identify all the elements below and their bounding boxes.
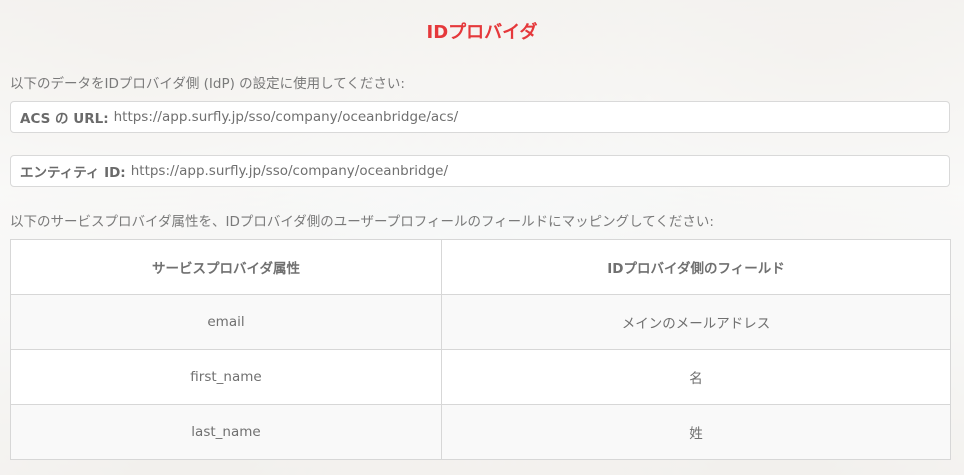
config-instructions: 以下のデータをIDプロバイダ側 (IdP) の設定に使用してください: bbox=[10, 76, 405, 92]
acs-url-label: ACS の URL: bbox=[20, 111, 109, 127]
column-header-idp-field: IDプロバイダ側のフィールド bbox=[441, 239, 951, 295]
attribute-mapping-table: サービスプロバイダ属性 IDプロバイダ側のフィールド email メインのメール… bbox=[10, 239, 951, 460]
page-title: IDプロバイダ bbox=[426, 22, 538, 43]
cell-idp-field: メインのメールアドレス bbox=[441, 294, 951, 350]
acs-url-field[interactable]: ACS の URL: https://app.surfly.jp/sso/com… bbox=[10, 101, 950, 133]
acs-url-value[interactable]: https://app.surfly.jp/sso/company/oceanb… bbox=[114, 109, 459, 125]
entity-id-value[interactable]: https://app.surfly.jp/sso/company/oceanb… bbox=[131, 163, 448, 179]
column-header-sp-attribute: サービスプロバイダ属性 bbox=[10, 239, 442, 295]
cell-idp-field: 姓 bbox=[441, 404, 951, 460]
entity-id-field[interactable]: エンティティ ID: https://app.surfly.jp/sso/com… bbox=[10, 155, 950, 187]
cell-idp-field: 名 bbox=[441, 349, 951, 405]
table-row: last_name 姓 bbox=[10, 404, 951, 460]
cell-sp-attribute: last_name bbox=[10, 404, 442, 460]
table-row: email メインのメールアドレス bbox=[10, 294, 951, 350]
cell-sp-attribute: first_name bbox=[10, 349, 442, 405]
table-row: first_name 名 bbox=[10, 349, 951, 405]
mapping-instructions: 以下のサービスプロバイダ属性を、IDプロバイダ側のユーザープロフィールのフィール… bbox=[10, 214, 714, 230]
table-header-row: サービスプロバイダ属性 IDプロバイダ側のフィールド bbox=[10, 239, 951, 295]
entity-id-label: エンティティ ID: bbox=[20, 165, 126, 181]
idp-settings-panel: IDプロバイダ 以下のデータをIDプロバイダ側 (IdP) の設定に使用してくだ… bbox=[0, 0, 964, 475]
cell-sp-attribute: email bbox=[10, 294, 442, 350]
